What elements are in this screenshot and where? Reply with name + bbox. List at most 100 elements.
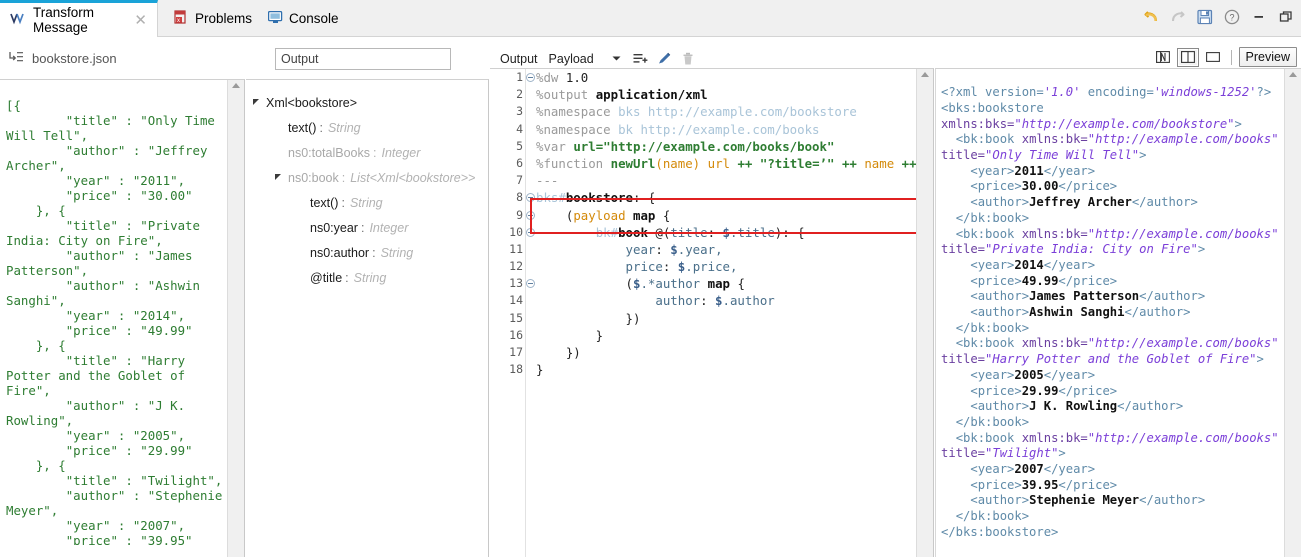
maximize-icon[interactable]: [1277, 8, 1295, 26]
dataweave-editor-panel: 1 2 3 4 5 6 7 8 9 10 11 12 13 14 15 16 17 18 %dw 1.0 %outp…: [490, 68, 934, 557]
source-json-panel: [{ "title" : "Only Time Will Tell", "aut…: [0, 79, 245, 557]
tree-node-type: String: [380, 245, 414, 260]
code-fold-icon[interactable]: [526, 210, 535, 220]
layout-single-icon[interactable]: [1201, 47, 1224, 67]
input-payload-icon: [8, 50, 24, 67]
tree-node-3[interactable]: ns0:book: List<Xml<bookstore>>: [246, 165, 488, 190]
output-name-input[interactable]: [275, 48, 451, 70]
tree-node-type: String: [353, 270, 387, 285]
tree-node-7[interactable]: @title: String: [246, 265, 488, 290]
window-toolbar: ?: [1142, 2, 1295, 32]
tree-node-0[interactable]: Xml<bookstore>: [246, 90, 488, 115]
tab-label: Console: [289, 11, 339, 26]
editor-line-numbers: 1 2 3 4 5 6 7 8 9 10 11 12 13 14 15 16 17 18: [490, 69, 535, 557]
layout-tree-icon[interactable]: [1151, 47, 1174, 67]
line-number: 1: [490, 69, 535, 86]
tree-node-name: text(): [288, 120, 317, 135]
toolbar-divider: [1230, 49, 1232, 65]
close-icon[interactable]: ✕: [134, 11, 147, 29]
editor-scrollbar[interactable]: [916, 69, 933, 557]
minimize-icon[interactable]: [1250, 8, 1268, 26]
transform-message-editor: Transform Message ✕ x Problems Console ?…: [0, 0, 1301, 557]
code-line: }: [536, 362, 544, 378]
code-line: %namespace bks http://example.com/bookst…: [536, 104, 857, 120]
preview-button[interactable]: Preview: [1238, 47, 1297, 67]
code-line: (payload map {: [565, 207, 671, 223]
line-number: 13: [490, 275, 535, 292]
source-json-code[interactable]: [{ "title" : "Only Time Will Tell", "aut…: [0, 92, 227, 544]
undo-icon[interactable]: [1142, 8, 1160, 26]
tree-node-separator: :: [319, 120, 323, 135]
code-line: bk#book @(title: $.title): {: [595, 224, 805, 240]
line-number: 14: [509, 293, 523, 308]
delete-trash-icon[interactable]: [677, 48, 701, 69]
tree-node-name: ns0:totalBooks: [288, 145, 370, 160]
tab-problems[interactable]: x Problems: [164, 0, 262, 37]
svg-text:?: ?: [1229, 12, 1234, 22]
preview-scrollbar[interactable]: [1284, 69, 1301, 557]
svg-text:x: x: [177, 18, 180, 24]
tree-node-name: text(): [310, 195, 339, 210]
tab-label: Problems: [195, 11, 253, 26]
line-number: 12: [509, 259, 523, 274]
tab-console[interactable]: Console: [258, 0, 349, 37]
save-icon[interactable]: [1196, 8, 1214, 26]
chevron-down-icon[interactable]: [605, 48, 629, 69]
line-number: 2: [516, 87, 523, 102]
layout-split-icon[interactable]: [1176, 47, 1199, 67]
scroll-up-icon[interactable]: [921, 72, 929, 77]
tree-expander-icon[interactable]: [274, 172, 285, 183]
help-icon[interactable]: ?: [1223, 8, 1241, 26]
line-number: 18: [509, 362, 523, 377]
tree-node-name: @title: [310, 270, 343, 285]
tree-node-separator: :: [345, 270, 349, 285]
code-fold-icon[interactable]: [526, 73, 535, 82]
code-line: ($.*author map {: [625, 276, 745, 292]
add-line-icon[interactable]: [629, 48, 653, 69]
editor-output-label: Output: [500, 51, 538, 66]
tree-node-5[interactable]: ns0:year: Integer: [246, 215, 488, 240]
source-scrollbar[interactable]: [227, 80, 244, 557]
tree-node-separator: :: [373, 145, 377, 160]
redo-icon[interactable]: [1169, 8, 1187, 26]
code-line: %output application/xml: [536, 87, 708, 103]
code-line: }): [536, 310, 641, 326]
tree-expander-icon[interactable]: [252, 97, 263, 108]
scroll-up-icon[interactable]: [1289, 72, 1297, 77]
tree-node-2[interactable]: ns0:totalBooks: Integer: [246, 140, 488, 165]
tree-node-separator: :: [360, 220, 365, 235]
xml-preview-code[interactable]: <?xml version='1.0' encoding='windows-12…: [941, 85, 1281, 545]
line-number: 16: [509, 327, 523, 342]
line-number: 17: [509, 345, 523, 359]
tree-node-name: ns0:year: [310, 220, 358, 235]
line-number: 10: [490, 224, 535, 241]
tree-node-1[interactable]: text(): String: [246, 115, 488, 140]
tab-transform-message[interactable]: Transform Message ✕: [0, 0, 158, 37]
source-file-label: bookstore.json: [8, 50, 117, 67]
scroll-up-icon[interactable]: [232, 83, 240, 88]
transform-message-icon: [10, 12, 27, 28]
code-fold-icon[interactable]: [526, 193, 535, 203]
tree-node-name: ns0:book: [288, 170, 339, 185]
tree-node-type: String: [349, 195, 383, 210]
tree-node-type: List<Xml<bookstore>>: [350, 170, 476, 185]
editor-payload-label: Payload: [548, 51, 594, 66]
code-line: %dw 1.0: [536, 70, 589, 85]
tree-node-separator: :: [341, 170, 346, 185]
code-line: author: $.author: [655, 293, 775, 309]
line-number: 6: [516, 155, 523, 170]
code-fold-icon[interactable]: [526, 227, 535, 237]
panel-divider: [935, 69, 936, 557]
tree-node-6[interactable]: ns0:author: String: [246, 240, 488, 265]
code-fold-icon[interactable]: [526, 279, 535, 289]
edit-pencil-icon[interactable]: [653, 48, 677, 69]
tree-node-4[interactable]: text(): String: [246, 190, 488, 215]
line-number: 7: [516, 173, 523, 188]
dataweave-code[interactable]: %dw 1.0 %output application/xml %namespace…: [536, 69, 916, 557]
tree-node-separator: :: [341, 195, 345, 210]
code-line: %namespace bk http://example.com/books: [536, 121, 820, 137]
tree-node-type: Integer: [381, 145, 421, 160]
